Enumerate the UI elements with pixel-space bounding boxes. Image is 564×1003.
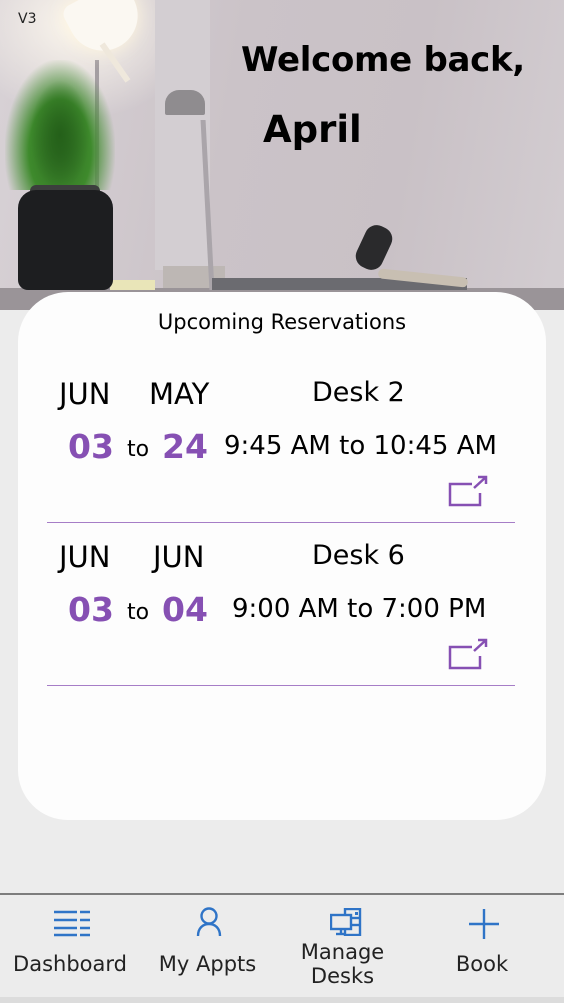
end-day: 04 (162, 590, 208, 629)
list-icon (54, 910, 90, 937)
nav-label: Book (455, 952, 509, 976)
open-external-icon[interactable] (448, 638, 488, 670)
plant-core (30, 80, 90, 190)
date-connector: to (127, 437, 150, 462)
nav-label: My Appts (158, 952, 257, 976)
person-icon (196, 907, 222, 937)
reservation-item[interactable]: JUN JUN Desk 6 03 to 04 9:00 AM to 7:00 … (47, 540, 515, 686)
nav-my-appts[interactable]: My Appts (140, 895, 275, 999)
start-month: JUN (59, 377, 111, 411)
version-label: V3 (18, 11, 37, 27)
end-month: MAY (149, 377, 210, 411)
plus-icon (469, 909, 499, 939)
nav-book[interactable]: Book (410, 895, 554, 999)
mouse (351, 221, 397, 274)
nav-dashboard[interactable]: Dashboard (0, 895, 140, 999)
desk-name: Desk 6 (312, 540, 405, 571)
jar (18, 190, 113, 290)
start-day: 03 (68, 427, 114, 466)
bottom-nav: Dashboard My Appts Manage Desks Book (0, 893, 564, 999)
start-month: JUN (59, 540, 111, 574)
end-month: JUN (153, 540, 205, 574)
user-name: April (263, 108, 362, 151)
end-day: 24 (162, 427, 208, 466)
desk-name: Desk 2 (312, 377, 405, 408)
reservation-item[interactable]: JUN MAY Desk 2 03 to 24 9:45 AM to 10:45… (47, 377, 515, 523)
nav-label: Manage Desks (300, 940, 385, 988)
desktop-icon (330, 908, 362, 936)
welcome-heading: Welcome back, (241, 40, 525, 80)
date-connector: to (127, 600, 150, 625)
post-it (110, 280, 155, 290)
time-range: 9:45 AM to 10:45 AM (224, 431, 497, 461)
nav-manage-desks[interactable]: Manage Desks (275, 895, 410, 999)
reservations-card: Upcoming Reservations JUN MAY Desk 2 03 … (18, 292, 546, 820)
open-external-icon[interactable] (448, 475, 488, 507)
background-lamp (165, 90, 205, 115)
bottom-strip (0, 997, 564, 1003)
nav-label: Dashboard (13, 952, 127, 976)
time-range: 9:00 AM to 7:00 PM (232, 594, 487, 624)
start-day: 03 (68, 590, 114, 629)
card-title: Upcoming Reservations (157, 310, 407, 334)
